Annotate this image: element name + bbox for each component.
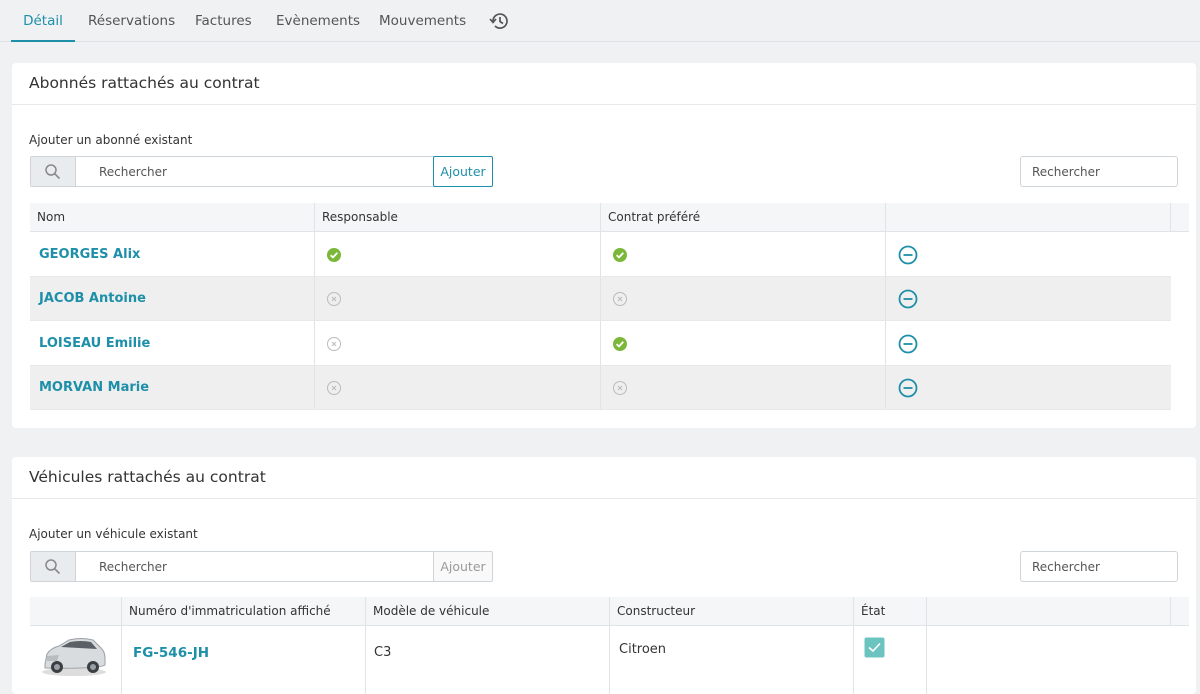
- tab-detail[interactable]: Détail: [11, 0, 75, 42]
- vehicles-panel: Véhicules rattachés au contrat Ajouter u…: [12, 457, 1196, 694]
- cell-actions: [886, 232, 1171, 276]
- car-image: [39, 634, 109, 682]
- cell-nom: MORVAN Marie: [30, 366, 315, 409]
- vehicles-filter-input[interactable]: [1020, 551, 1178, 582]
- cell-actions: [886, 321, 1171, 365]
- cell-actions: [886, 277, 1171, 320]
- cell-constructeur: Citroen: [610, 626, 854, 694]
- cell-nom: GEORGES Alix: [30, 232, 315, 276]
- check-circle-icon: [612, 247, 628, 267]
- vehicle-maker: Citroen: [619, 642, 667, 657]
- x-circle-icon: [326, 336, 342, 356]
- column-header-etat: État: [854, 597, 927, 626]
- cell-responsable: [315, 232, 601, 276]
- add-vehicle-label: Ajouter un véhicule existant: [29, 527, 198, 541]
- add-subscriber-group: Ajouter: [30, 156, 493, 187]
- tab-mouvements[interactable]: Mouvements: [379, 0, 466, 42]
- cell-nom: LOISEAU Emilie: [30, 321, 315, 365]
- cell-modele: C3: [366, 626, 610, 694]
- column-header-immatriculation: Numéro d'immatriculation affiché: [122, 597, 366, 626]
- tab-bar: Détail Réservations Factures Evènements …: [0, 0, 1200, 42]
- cell-responsable: [315, 321, 601, 365]
- cell-contrat-prefere: [601, 321, 886, 365]
- cell-actions: [886, 366, 1171, 409]
- x-circle-icon: [612, 291, 628, 311]
- tab-reservations[interactable]: Réservations: [88, 0, 175, 42]
- vehicle-plate-link[interactable]: FG-546-JH: [133, 645, 209, 661]
- column-header-actions: [886, 203, 1171, 232]
- column-header-photo: [30, 597, 122, 626]
- column-header-constructeur: Constructeur: [610, 597, 854, 626]
- cell-contrat-prefere: [601, 232, 886, 276]
- cell-responsable: [315, 277, 601, 320]
- history-icon[interactable]: [488, 11, 510, 31]
- table-row: FG-546-JH C3 Citroen: [30, 626, 1171, 694]
- add-subscriber-button[interactable]: Ajouter: [433, 156, 493, 187]
- search-icon: [31, 157, 76, 186]
- cell-etat: [854, 626, 927, 694]
- subscribers-divider: [12, 104, 1196, 105]
- remove-subscriber-icon[interactable]: [898, 245, 918, 269]
- vehicle-model: C3: [374, 645, 392, 660]
- vehicles-table: Numéro d'immatriculation affiché Modèle …: [30, 597, 1189, 694]
- check-circle-icon: [612, 336, 628, 356]
- subscriber-name-link[interactable]: LOISEAU Emilie: [39, 336, 150, 351]
- column-header-nom: Nom: [30, 203, 315, 232]
- column-header-responsable: Responsable: [315, 203, 601, 232]
- state-check-icon[interactable]: [864, 637, 885, 662]
- remove-subscriber-icon[interactable]: [898, 334, 918, 358]
- table-header: Nom Responsable Contrat préféré: [30, 203, 1189, 232]
- cell-contrat-prefere: [601, 277, 886, 320]
- cell-responsable: [315, 366, 601, 409]
- subscriber-name-link[interactable]: JACOB Antoine: [39, 291, 146, 306]
- subscriber-name-link[interactable]: MORVAN Marie: [39, 380, 149, 395]
- cell-photo: [30, 626, 122, 694]
- x-circle-icon: [612, 380, 628, 400]
- add-vehicle-button[interactable]: Ajouter: [433, 551, 493, 582]
- subscribers-filter-input[interactable]: [1020, 156, 1178, 187]
- add-subscriber-label: Ajouter un abonné existant: [29, 133, 193, 147]
- table-row: JACOB Antoine: [30, 277, 1171, 321]
- remove-subscriber-icon[interactable]: [898, 289, 918, 313]
- subscriber-name-link[interactable]: GEORGES Alix: [39, 247, 140, 262]
- x-circle-icon: [326, 380, 342, 400]
- cell-contrat-prefere: [601, 366, 886, 409]
- table-header: Numéro d'immatriculation affiché Modèle …: [30, 597, 1189, 626]
- column-header-modele: Modèle de véhicule: [366, 597, 610, 626]
- check-circle-icon: [326, 247, 342, 267]
- vehicles-divider: [12, 498, 1196, 499]
- tab-evenements[interactable]: Evènements: [276, 0, 360, 42]
- x-circle-icon: [326, 291, 342, 311]
- vehicle-search-input[interactable]: [77, 552, 432, 581]
- subscribers-table: Nom Responsable Contrat préféré GEORGES …: [30, 203, 1189, 410]
- subscriber-search-input[interactable]: [77, 157, 432, 186]
- table-row: GEORGES Alix: [30, 232, 1171, 277]
- table-row: MORVAN Marie: [30, 366, 1171, 410]
- add-vehicle-group: Ajouter: [30, 551, 493, 582]
- cell-nom: JACOB Antoine: [30, 277, 315, 320]
- cell-immatriculation: FG-546-JH: [122, 626, 366, 694]
- tab-factures[interactable]: Factures: [195, 0, 252, 42]
- subscribers-panel: Abonnés rattachés au contrat Ajouter un …: [12, 63, 1196, 428]
- column-header-vehicle-actions: [927, 597, 1171, 626]
- search-icon: [31, 552, 76, 581]
- remove-subscriber-icon[interactable]: [898, 378, 918, 402]
- table-row: LOISEAU Emilie: [30, 321, 1171, 366]
- cell-vehicle-actions: [927, 626, 1171, 694]
- subscribers-title: Abonnés rattachés au contrat: [29, 74, 260, 92]
- vehicles-title: Véhicules rattachés au contrat: [29, 468, 266, 486]
- column-header-contrat-prefere: Contrat préféré: [601, 203, 886, 232]
